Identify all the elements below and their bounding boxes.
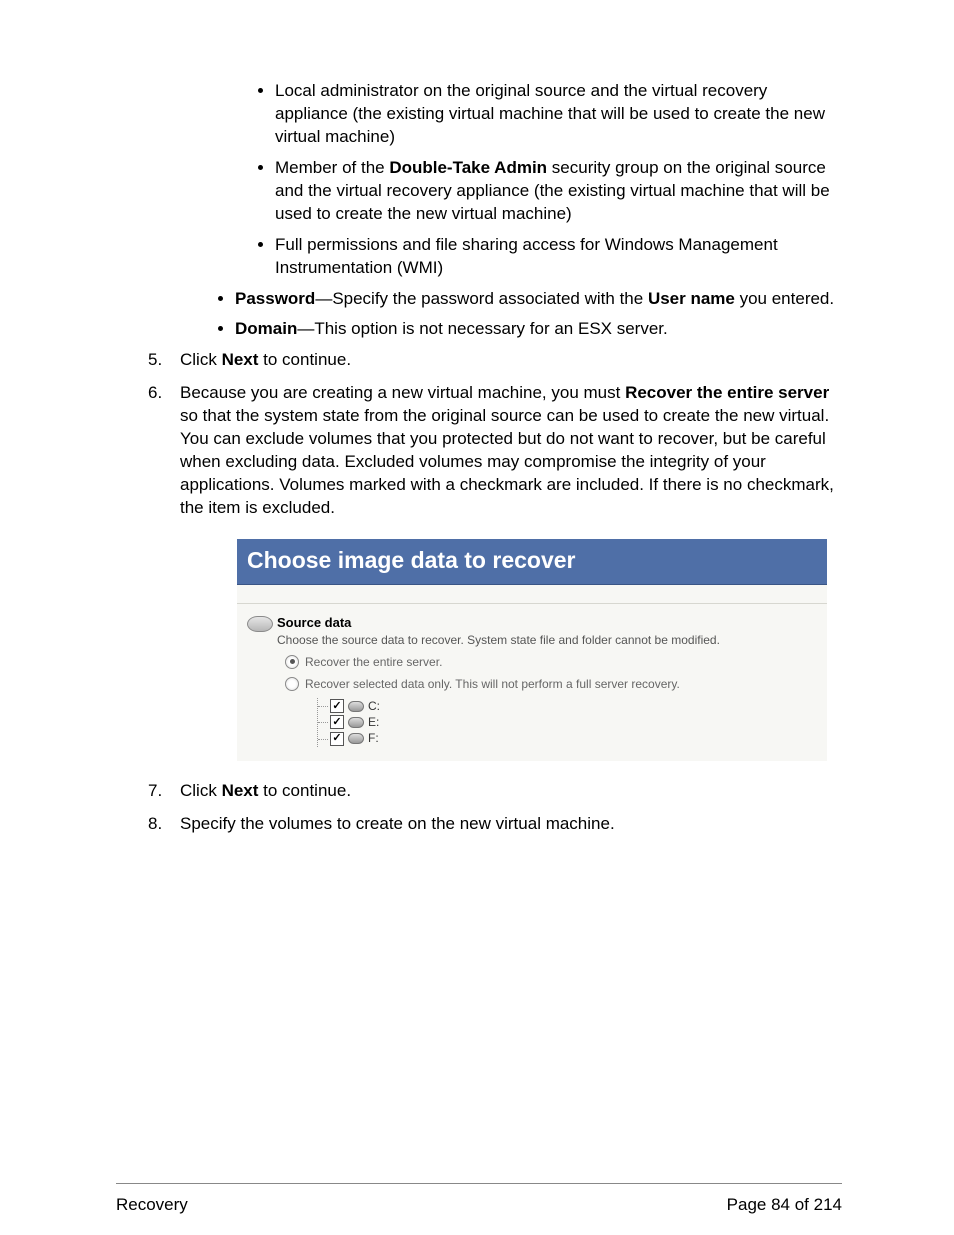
step-bold: Next [222,350,259,369]
bullet-bold2: User name [648,289,735,308]
step-pre: Because you are creating a new virtual m… [180,383,625,402]
step-bold: Recover the entire server [625,383,829,402]
bullet-pre: Member of the [275,158,389,177]
radio-icon [285,677,299,691]
source-data-desc: Choose the source data to recover. Syste… [277,632,817,648]
list-item: Password—Specify the password associated… [235,288,842,311]
step-post: so that the system state from the origin… [180,406,834,517]
inner-bullet-list: Local administrator on the original sour… [120,80,842,280]
step-number: 7. [148,780,162,803]
bullet-post: —This option is not necessary for an ESX… [297,319,667,338]
bullet-text: Full permissions and file sharing access… [275,235,778,277]
radio-label: Recover selected data only. This will no… [305,676,680,692]
bullet-post: —Specify the password associated with th… [315,289,648,308]
volume-item[interactable]: E: [318,714,817,730]
drive-icon [348,733,364,744]
volume-item[interactable]: F: [318,730,817,746]
radio-recover-entire[interactable]: Recover the entire server. [285,654,817,670]
step-number: 6. [148,382,162,405]
page-footer: Recovery Page 84 of 214 [116,1183,842,1217]
footer-section: Recovery [116,1194,188,1217]
list-item: Member of the Double-Take Admin security… [275,157,842,226]
step-pre: Click [180,350,222,369]
numbered-steps: 5. Click Next to continue. 6. Because yo… [120,349,842,835]
step-post: to continue. [258,350,351,369]
step-6: 6. Because you are creating a new virtua… [180,382,842,761]
volume-tree: C: E: F: [317,698,817,747]
source-data-heading: Source data [277,614,817,632]
bullet-text: Local administrator on the original sour… [275,81,825,146]
checkbox-icon[interactable] [330,732,344,746]
step-pre: Click [180,781,222,800]
dialog-choose-image-data: Choose image data to recover Source data… [236,538,828,762]
list-item: Full permissions and file sharing access… [275,234,842,280]
bullet-bold: Password [235,289,315,308]
drive-icon [348,701,364,712]
dialog-body: Source data Choose the source data to re… [237,603,827,761]
bullet-bold: Double-Take Admin [389,158,547,177]
step-bold: Next [222,781,259,800]
radio-label: Recover the entire server. [305,654,442,670]
bullet-post2: you entered. [735,289,834,308]
dialog-title: Choose image data to recover [237,539,827,585]
checkbox-icon[interactable] [330,715,344,729]
list-item: Domain—This option is not necessary for … [235,318,842,341]
step-8: 8. Specify the volumes to create on the … [180,813,842,836]
volume-label: F: [368,730,379,746]
radio-recover-selected[interactable]: Recover selected data only. This will no… [285,676,817,692]
footer-page-number: Page 84 of 214 [727,1194,842,1217]
page-content: Local administrator on the original sour… [120,80,842,836]
list-item: Local administrator on the original sour… [275,80,842,149]
checkbox-icon[interactable] [330,699,344,713]
step-post: to continue. [258,781,351,800]
volume-item[interactable]: C: [318,698,817,714]
step-5: 5. Click Next to continue. [180,349,842,372]
volume-label: C: [368,698,380,714]
drive-icon [348,717,364,728]
step-number: 5. [148,349,162,372]
outer-bullet-list: Password—Specify the password associated… [120,288,842,342]
radio-icon [285,655,299,669]
step-number: 8. [148,813,162,836]
hard-disk-icon [247,614,277,747]
step-7: 7. Click Next to continue. [180,780,842,803]
step-text: Specify the volumes to create on the new… [180,814,615,833]
bullet-bold: Domain [235,319,297,338]
volume-label: E: [368,714,379,730]
